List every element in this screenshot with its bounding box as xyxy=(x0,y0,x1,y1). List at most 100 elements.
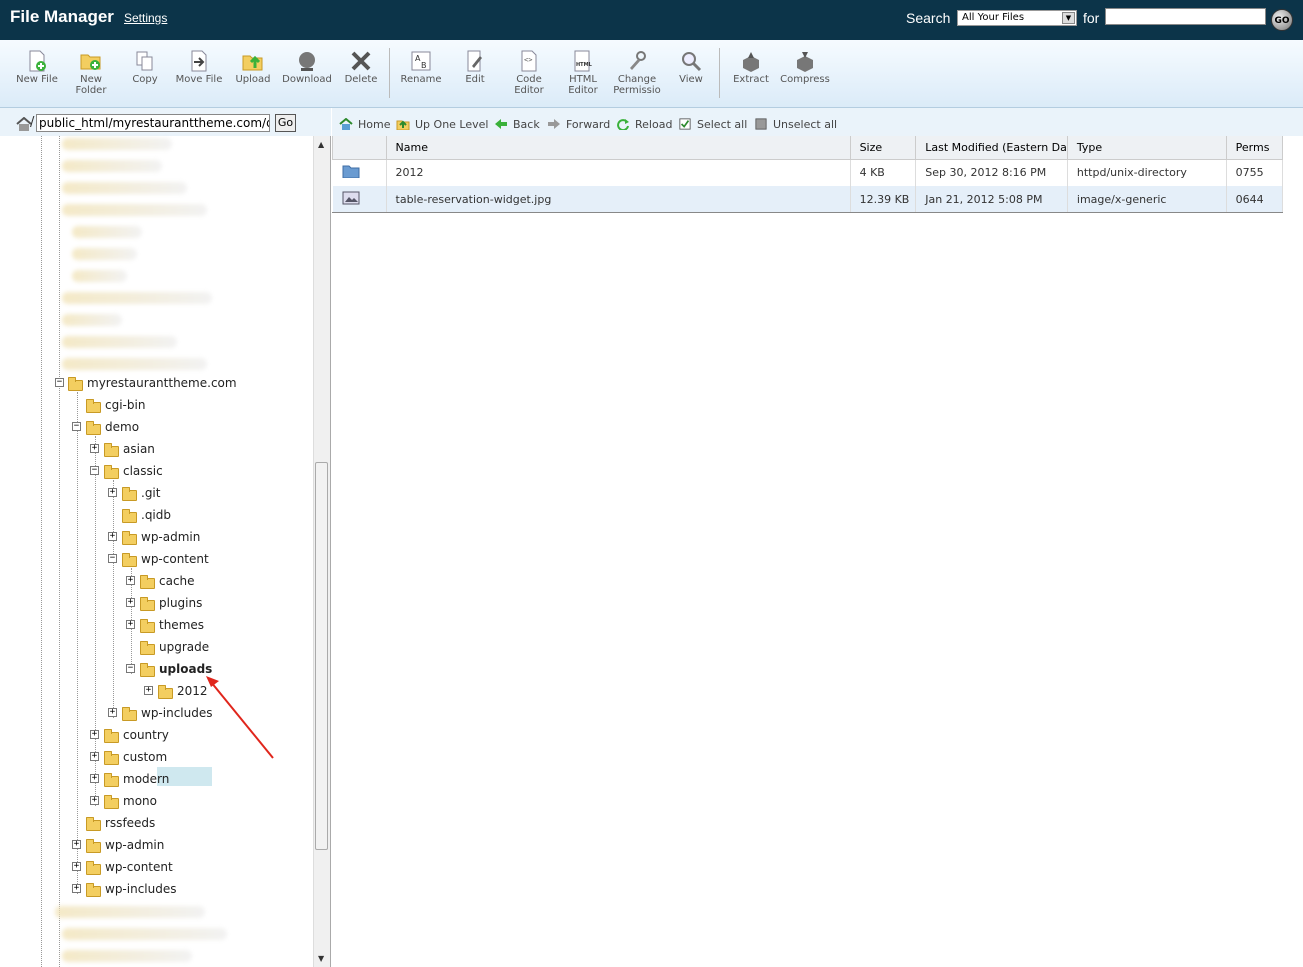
tree-node-themes[interactable]: themes xyxy=(159,615,204,635)
expand-toggle[interactable]: + xyxy=(90,796,99,805)
toolbar-divider xyxy=(389,48,390,98)
search-input[interactable] xyxy=(1105,8,1266,25)
chevron-down-icon[interactable]: ▼ xyxy=(1062,12,1075,24)
tree-node-classic[interactable]: classic xyxy=(123,461,163,481)
folder-icon xyxy=(140,619,155,633)
tree-node-custom[interactable]: custom xyxy=(123,747,167,767)
scroll-down-icon[interactable]: ▼ xyxy=(318,954,324,963)
search-scope-select[interactable]: All Your Files ▼ xyxy=(957,10,1077,26)
tree-node-wp-content[interactable]: wp-content xyxy=(141,549,209,569)
tree-node-modern[interactable]: modern xyxy=(123,769,169,789)
delete-icon xyxy=(351,51,371,71)
upload-icon xyxy=(242,55,263,71)
new-folder-button[interactable]: New Folder xyxy=(62,46,120,106)
tree-guide-line xyxy=(113,480,114,718)
checkbox-checked-icon xyxy=(679,118,691,130)
search-go-button[interactable]: GO xyxy=(1271,9,1293,31)
file-perms-cell[interactable]: 0644 xyxy=(1226,186,1284,213)
tree-node-wp-content-root[interactable]: wp-content xyxy=(105,857,173,877)
unselect-all-button[interactable]: Unselect all xyxy=(754,117,837,133)
up-one-level-button[interactable]: Up One Level xyxy=(396,117,488,133)
expand-toggle[interactable]: + xyxy=(72,884,81,893)
column-header-type[interactable]: Type xyxy=(1066,136,1227,160)
column-header-name[interactable]: Name xyxy=(385,136,851,160)
new-file-button[interactable]: New File xyxy=(8,46,66,106)
expand-toggle[interactable]: + xyxy=(90,730,99,739)
tree-node-asian[interactable]: asian xyxy=(123,439,155,459)
column-header-size[interactable]: Size xyxy=(849,136,917,160)
file-name-cell[interactable]: 2012 xyxy=(386,159,851,186)
reload-label: Reload xyxy=(635,118,673,131)
tree-node-cgi-bin[interactable]: cgi-bin xyxy=(105,395,145,415)
table-row[interactable]: table-reservation-widget.jpg 12.39 KB Ja… xyxy=(332,186,1284,213)
upload-button[interactable]: Upload xyxy=(224,46,282,106)
up-one-level-label: Up One Level xyxy=(415,118,489,131)
expand-toggle[interactable]: + xyxy=(108,532,117,541)
expand-toggle[interactable]: + xyxy=(126,620,135,629)
expand-toggle[interactable]: + xyxy=(72,862,81,871)
scrollbar-thumb[interactable] xyxy=(315,462,328,850)
home-nav-button[interactable]: Home xyxy=(339,117,390,133)
search-scope-value: All Your Files xyxy=(962,12,1025,23)
column-header-last-modified[interactable]: Last Modified (Eastern Da xyxy=(915,136,1068,160)
html-editor-button[interactable]: HTML HTML Editor xyxy=(554,46,612,106)
expand-toggle[interactable]: + xyxy=(90,752,99,761)
collapse-toggle[interactable]: − xyxy=(90,466,99,475)
file-name-cell[interactable]: table-reservation-widget.jpg xyxy=(386,186,851,213)
collapse-toggle[interactable]: − xyxy=(72,422,81,431)
tree-node-wp-includes-root[interactable]: wp-includes xyxy=(105,879,177,899)
rename-button[interactable]: AB Rename xyxy=(392,46,450,106)
expand-toggle[interactable]: + xyxy=(72,840,81,849)
tree-node-mono[interactable]: mono xyxy=(123,791,157,811)
scroll-up-icon[interactable]: ▲ xyxy=(318,140,324,149)
code-editor-button[interactable]: <> Code Editor xyxy=(500,46,558,106)
tree-node-country[interactable]: country xyxy=(123,725,169,745)
copy-button[interactable]: Copy xyxy=(116,46,174,106)
table-row[interactable]: 2012 4 KB Sep 30, 2012 8:16 PM httpd/uni… xyxy=(332,159,1284,186)
tree-node-git[interactable]: .git xyxy=(141,483,160,503)
move-file-button[interactable]: Move File xyxy=(170,46,228,106)
tree-node-demo[interactable]: demo xyxy=(105,417,139,437)
reload-button[interactable]: Reload xyxy=(616,117,672,133)
extract-button[interactable]: Extract xyxy=(722,46,780,106)
forward-button[interactable]: Forward xyxy=(547,117,610,133)
path-go-button[interactable]: Go xyxy=(275,114,296,132)
tree-node-cache[interactable]: cache xyxy=(159,571,195,591)
download-button[interactable]: Download xyxy=(278,46,336,106)
tree-node-wp-admin-root[interactable]: wp-admin xyxy=(105,835,164,855)
settings-link[interactable]: Settings xyxy=(124,11,167,25)
expand-toggle[interactable]: + xyxy=(90,774,99,783)
collapse-toggle[interactable]: − xyxy=(126,664,135,673)
column-header-perms[interactable]: Perms xyxy=(1225,136,1284,160)
change-permissions-button[interactable]: Change Permissio xyxy=(608,46,666,106)
delete-button[interactable]: Delete xyxy=(332,46,390,106)
folder-icon xyxy=(122,487,137,501)
expand-toggle[interactable]: + xyxy=(108,708,117,717)
tree-node-rssfeeds[interactable]: rssfeeds xyxy=(105,813,155,833)
expand-toggle[interactable]: + xyxy=(108,488,117,497)
tree-node-plugins[interactable]: plugins xyxy=(159,593,202,613)
back-button[interactable]: Back xyxy=(494,117,540,133)
expand-toggle[interactable]: + xyxy=(144,686,153,695)
search-label: Search xyxy=(906,10,951,26)
edit-button[interactable]: Edit xyxy=(446,46,504,106)
select-all-button[interactable]: Select all xyxy=(678,117,747,133)
file-perms-cell[interactable]: 0755 xyxy=(1226,159,1284,186)
tree-node-upgrade[interactable]: upgrade xyxy=(159,637,209,657)
expand-toggle[interactable]: + xyxy=(90,444,99,453)
svg-text:HTML: HTML xyxy=(576,62,593,68)
collapse-toggle[interactable]: − xyxy=(55,378,64,387)
tree-scrollbar[interactable]: ▲ ▼ xyxy=(313,136,330,967)
expand-toggle[interactable]: + xyxy=(126,576,135,585)
tree-node-wp-admin[interactable]: wp-admin xyxy=(141,527,200,547)
extract-icon xyxy=(743,52,759,72)
expand-toggle[interactable]: + xyxy=(126,598,135,607)
collapse-toggle[interactable]: − xyxy=(108,554,117,563)
compress-button[interactable]: Compress xyxy=(776,46,834,106)
tree-node-myrestauranttheme[interactable]: myrestauranttheme.com xyxy=(87,373,237,393)
table-bottom-border xyxy=(332,212,1283,213)
tree-node-qidb[interactable]: .qidb xyxy=(141,505,171,525)
path-input[interactable]: public_html/myrestauranttheme.com/de xyxy=(36,114,270,132)
view-button[interactable]: View xyxy=(662,46,720,106)
column-header-icon xyxy=(332,136,387,160)
